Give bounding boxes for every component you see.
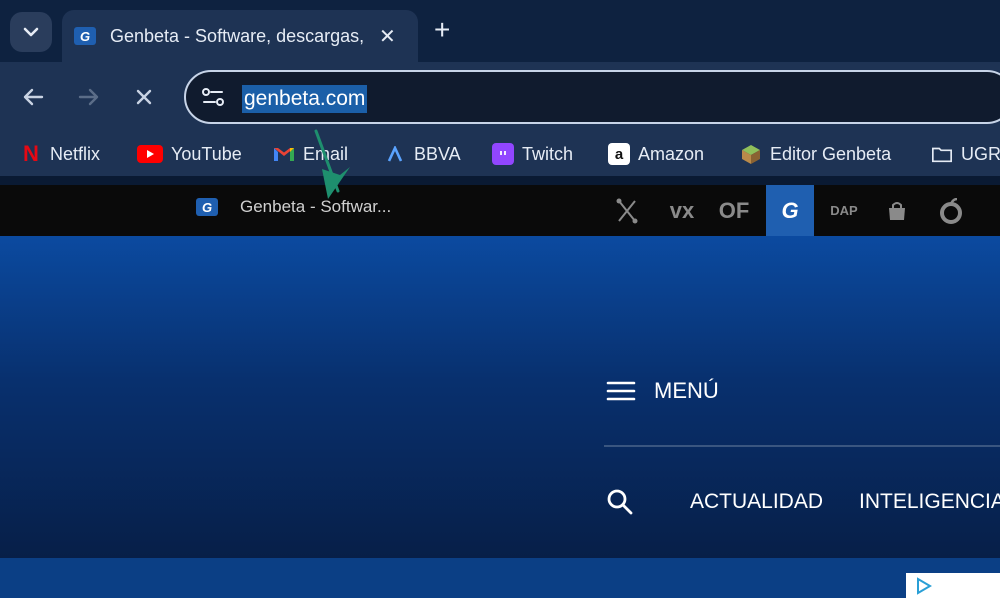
- network-link-dap[interactable]: DAP: [826, 185, 862, 236]
- active-tab[interactable]: G Genbeta - Software, descargas, juegos …: [62, 10, 418, 62]
- tab-strip: G Genbeta - Software, descargas, juegos …: [0, 0, 1000, 62]
- address-bar[interactable]: genbeta.com: [184, 70, 1000, 124]
- bookmark-editor-genbeta[interactable]: Editor Genbeta: [740, 140, 891, 168]
- new-tab-button[interactable]: +: [434, 16, 450, 44]
- stop-loading-button[interactable]: [127, 80, 161, 114]
- genbeta-favicon-icon: G: [196, 198, 218, 216]
- bookmark-label: Netflix: [50, 143, 101, 164]
- folder-icon: [931, 143, 953, 165]
- bookmark-label: YouTube: [171, 143, 242, 164]
- apple-icon[interactable]: [936, 185, 966, 236]
- bookmark-twitch[interactable]: Twitch: [492, 140, 573, 168]
- ad-banner[interactable]: [906, 573, 1000, 598]
- bookmark-label: BBVA: [414, 143, 461, 164]
- content-strip: [0, 558, 1000, 598]
- site-settings-icon[interactable]: [200, 85, 226, 109]
- close-icon: [136, 89, 152, 105]
- arrow-left-icon: [23, 88, 44, 106]
- network-link-vx[interactable]: vx: [660, 185, 704, 236]
- bookmark-label: Twitch: [522, 143, 574, 164]
- nav-item-actualidad[interactable]: ACTUALIDAD: [690, 490, 823, 514]
- bookmark-youtube[interactable]: YouTube: [137, 140, 242, 168]
- bookmark-bbva[interactable]: BBVA: [384, 140, 461, 168]
- bbva-icon: [384, 143, 406, 165]
- cursor-arrow-icon: [314, 129, 350, 199]
- bookmark-label: UGR: [961, 143, 1000, 164]
- tab-close-icon[interactable]: ✕: [379, 24, 396, 49]
- chevron-down-icon: [23, 27, 39, 37]
- gmail-icon: [273, 143, 295, 165]
- bookmark-amazon[interactable]: a Amazon: [608, 140, 704, 168]
- adchoices-icon[interactable]: [914, 576, 934, 596]
- bookmark-folder-ugr[interactable]: UGR: [931, 140, 1000, 168]
- site-network-bar: G Genbeta - Softwar... vx OF G DAP: [0, 129, 1000, 236]
- bookmark-label: Amazon: [638, 143, 705, 164]
- search-icon[interactable]: [606, 488, 634, 516]
- netflix-icon: N: [23, 141, 39, 166]
- forward-button[interactable]: [72, 80, 106, 114]
- main-nav: ACTUALIDAD INTELIGENCIA: [606, 488, 1000, 516]
- menu-label: MENÚ: [654, 378, 719, 403]
- xataka-icon[interactable]: [612, 185, 642, 236]
- twitch-icon: [492, 143, 514, 165]
- url-text[interactable]: genbeta.com: [242, 85, 368, 113]
- tab-search-button[interactable]: [10, 12, 52, 52]
- amazon-icon: a: [608, 143, 630, 165]
- header-divider: [604, 445, 1000, 447]
- genbeta-favicon-icon: G: [74, 27, 96, 45]
- network-link-genbeta[interactable]: G: [766, 185, 814, 236]
- browser-toolbar: genbeta.com: [0, 62, 1000, 132]
- network-link-of[interactable]: OF: [712, 185, 756, 236]
- bag-icon[interactable]: [882, 185, 912, 236]
- package-icon: [740, 143, 762, 165]
- hamburger-icon: [606, 381, 636, 401]
- arrow-right-icon: [78, 88, 99, 106]
- back-button[interactable]: [16, 80, 50, 114]
- bookmarks-bar: N Netflix YouTube Email BBVA Twitch: [0, 132, 1000, 176]
- bookmark-label: Editor Genbeta: [770, 143, 892, 164]
- bookmark-netflix[interactable]: N Netflix: [20, 140, 100, 168]
- tab-title: Genbeta - Software, descargas, juegos: [110, 25, 365, 46]
- nav-item-inteligencia[interactable]: INTELIGENCIA: [859, 490, 1000, 514]
- tab-hover-tooltip: G Genbeta - Softwar...: [196, 197, 391, 217]
- youtube-icon: [137, 145, 163, 163]
- menu-button[interactable]: MENÚ: [606, 378, 719, 404]
